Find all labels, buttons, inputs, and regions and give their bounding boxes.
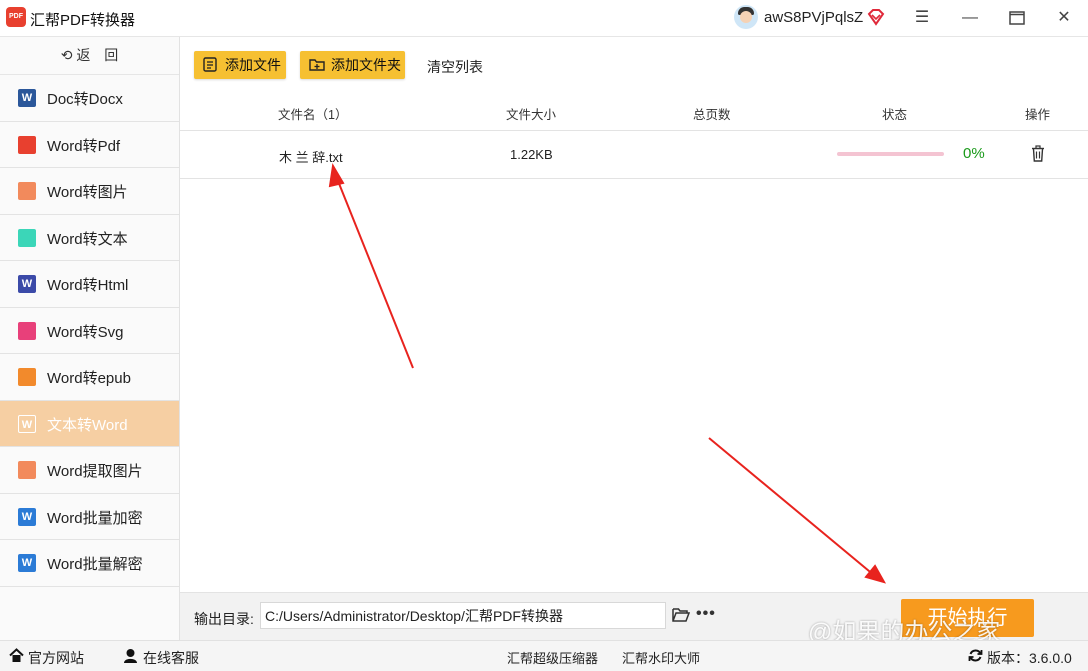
home-icon xyxy=(9,648,24,662)
status-bar: 官方网站 在线客服 汇帮超级压缩器 汇帮水印大师 版本：3.6.0.0 xyxy=(0,640,1088,671)
image-icon xyxy=(18,182,36,200)
delete-icon[interactable] xyxy=(1031,145,1045,162)
sidebar-item-6[interactable]: Word转epub xyxy=(0,354,179,401)
sidebar-item-3[interactable]: Word转文本 xyxy=(0,214,179,261)
sidebar-item-label: Word转文本 xyxy=(47,230,128,248)
app-logo-icon: PDF xyxy=(6,7,26,27)
version-text: 版本：3.6.0.0 xyxy=(987,650,1072,666)
progress-percent: 0% xyxy=(963,145,985,162)
sidebar-item-label: Word转Pdf xyxy=(47,137,121,155)
sidebar-item-7[interactable]: W 文本转Word xyxy=(0,400,179,447)
word-encrypt-icon: W xyxy=(18,507,36,526)
close-icon[interactable]: ✕ xyxy=(1052,6,1076,30)
add-file-icon xyxy=(203,57,217,72)
progress-bar xyxy=(837,152,944,156)
username[interactable]: awS8PVjPqlsZ xyxy=(764,9,863,26)
table-row[interactable]: 木 兰 辞.txt 1.22KB 0% xyxy=(180,131,1088,179)
word-icon: W xyxy=(18,414,36,433)
sidebar-item-label: Word转图片 xyxy=(47,184,128,201)
add-file-button[interactable]: 添加文件 xyxy=(194,51,286,79)
column-action: 操作 xyxy=(1025,108,1051,122)
sidebar-item-2[interactable]: Word转图片 xyxy=(0,168,179,215)
sidebar-item-label: Word转epub xyxy=(47,370,131,387)
user-avatar[interactable] xyxy=(734,5,758,29)
sidebar: ⟲ 返 回 W Doc转Docx Word转Pdf Word转图片 Word转文本 W Wo… xyxy=(0,37,180,640)
sidebar-item-10[interactable]: W Word批量解密 xyxy=(0,540,179,587)
sidebar-item-1[interactable]: Word转Pdf xyxy=(0,121,179,168)
sidebar-item-label: Word批量解密 xyxy=(47,556,143,573)
sidebar-item-label: 文本转Word xyxy=(47,416,128,434)
online-support-link[interactable]: 在线客服 xyxy=(143,648,199,668)
sidebar-item-label: Doc转Docx xyxy=(47,91,123,108)
extract-image-icon xyxy=(18,461,36,479)
watermark-master-link[interactable]: 汇帮水印大师 xyxy=(622,648,700,667)
word-doc-icon: W xyxy=(18,89,36,107)
table-header: 文件名（1） 文件大小 总页数 状态 操作 xyxy=(180,93,1088,131)
sidebar-item-0[interactable]: W Doc转Docx xyxy=(0,75,179,122)
sidebar-item-8[interactable]: Word提取图片 xyxy=(0,447,179,494)
pdf-icon xyxy=(18,135,36,154)
maximize-icon[interactable] xyxy=(1005,6,1029,30)
vip-diamond-icon[interactable] xyxy=(866,7,886,27)
column-size: 文件大小 xyxy=(506,108,557,122)
file-name: 木 兰 辞.txt xyxy=(279,150,343,165)
sidebar-item-label: Word提取图片 xyxy=(47,463,143,480)
back-button[interactable]: ⟲ 返 回 xyxy=(0,37,179,75)
open-folder-icon[interactable] xyxy=(672,607,690,623)
column-status: 状态 xyxy=(882,108,908,122)
column-filename: 文件名（1） xyxy=(278,108,348,122)
output-path-field[interactable] xyxy=(260,602,666,629)
back-arrow-icon: ⟲ xyxy=(60,47,77,63)
official-website-link[interactable]: 官方网站 xyxy=(28,648,84,668)
sidebar-item-4[interactable]: W Word转Html xyxy=(0,261,179,308)
more-options-icon[interactable]: ••• xyxy=(696,605,716,623)
output-dir-label: 输出目录: xyxy=(194,611,254,627)
file-size: 1.22KB xyxy=(510,147,553,162)
epub-icon xyxy=(18,368,36,386)
refresh-icon[interactable] xyxy=(968,648,983,663)
menu-icon[interactable]: ☰ xyxy=(910,6,934,30)
customer-service-icon xyxy=(124,649,137,663)
word-decrypt-icon: W xyxy=(18,554,36,572)
sidebar-item-9[interactable]: W Word批量加密 xyxy=(0,493,179,540)
arrow-to-start xyxy=(708,437,887,584)
minimize-icon[interactable]: — xyxy=(958,6,982,30)
text-file-icon xyxy=(18,228,36,247)
sidebar-item-label: Word转Html xyxy=(47,277,129,294)
column-pages: 总页数 xyxy=(693,108,731,122)
title-bar: PDF 汇帮PDF转换器 awS8PVjPqlsZ ☰ — ✕ xyxy=(0,0,1088,37)
sidebar-item-label: Word转Svg xyxy=(47,323,124,341)
html-icon: W xyxy=(18,275,36,293)
sidebar-item-5[interactable]: Word转Svg xyxy=(0,307,179,354)
clear-list-button[interactable]: 清空列表 xyxy=(427,57,483,77)
app-title: 汇帮PDF转换器 xyxy=(30,12,136,29)
svg-image-icon xyxy=(18,321,36,340)
add-folder-button[interactable]: 添加文件夹 xyxy=(300,51,405,79)
compressor-link[interactable]: 汇帮超级压缩器 xyxy=(507,648,598,667)
sidebar-item-label: Word批量加密 xyxy=(47,509,143,527)
add-folder-icon xyxy=(309,59,325,71)
arrow-to-file xyxy=(328,163,414,369)
